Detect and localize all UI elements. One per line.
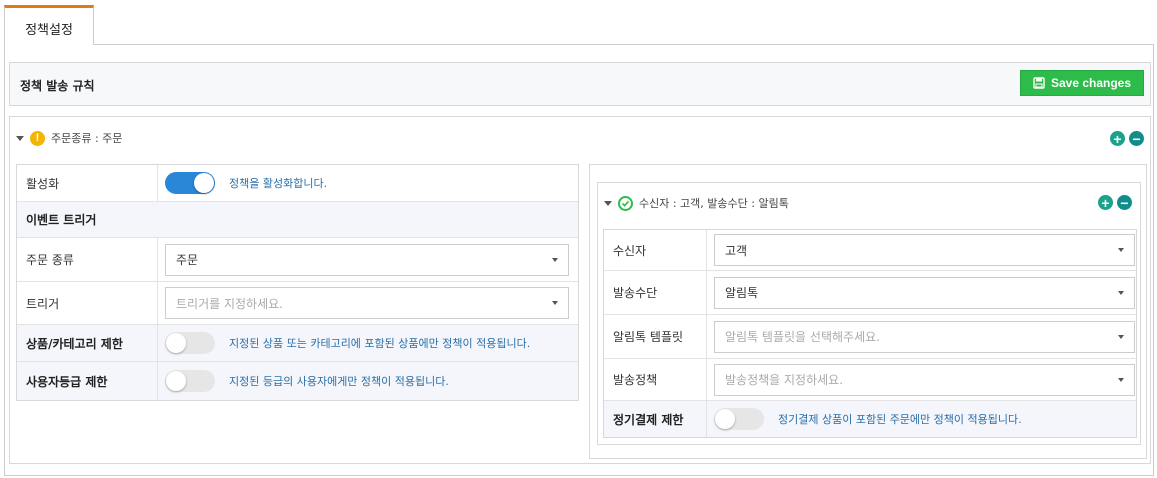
receiver-panel: 수신자 : 고객, 발송수단 : 알림톡 + − 수신자 고객 발송수단 알림톡… bbox=[597, 182, 1141, 445]
template-placeholder: 알림톡 템플릿을 선택해주세요. bbox=[725, 330, 880, 344]
order-type-label: 주문 종류 bbox=[17, 238, 158, 281]
dropdown-arrow-icon bbox=[1118, 290, 1124, 295]
tab-content: 정책 발송 규칙 Save changes ! 주문종류 : 주문 + − 활성… bbox=[4, 44, 1154, 476]
dropdown-arrow-icon bbox=[552, 257, 558, 262]
recipient-value: 고객 bbox=[725, 243, 748, 258]
row-send-policy: 발송정책 발송정책을 지정하세요. bbox=[604, 359, 1136, 401]
row-trigger: 트리거 트리거를 지정하세요. bbox=[17, 282, 578, 325]
save-icon bbox=[1033, 77, 1045, 89]
minus-circle-icon[interactable]: − bbox=[1129, 131, 1144, 146]
active-label: 활성화 bbox=[17, 165, 158, 201]
template-select[interactable]: 알림톡 템플릿을 선택해주세요. bbox=[714, 320, 1135, 353]
receiver-actions: + − bbox=[1098, 195, 1132, 210]
category-limit-hint: 지정된 상품 또는 카테고리에 포함된 상품에만 정책이 적용됩니다. bbox=[229, 337, 531, 350]
policy-header[interactable]: ! 주문종류 : 주문 bbox=[16, 129, 122, 147]
row-active: 활성화 정책을 활성화합니다. bbox=[17, 165, 578, 202]
subscription-limit-toggle[interactable] bbox=[714, 408, 764, 430]
plus-circle-icon[interactable]: + bbox=[1110, 131, 1125, 146]
dropdown-arrow-icon bbox=[1118, 334, 1124, 339]
grade-limit-toggle[interactable] bbox=[165, 370, 215, 392]
send-policy-label: 발송정책 bbox=[604, 359, 707, 400]
tab-bar: 정책설정 bbox=[0, 0, 1157, 45]
recipient-label: 수신자 bbox=[604, 230, 707, 270]
active-toggle[interactable] bbox=[165, 172, 215, 194]
toggle-knob bbox=[715, 409, 735, 429]
trigger-placeholder: 트리거를 지정하세요. bbox=[176, 296, 283, 311]
trigger-select[interactable]: 트리거를 지정하세요. bbox=[165, 287, 569, 319]
check-circle-icon bbox=[618, 195, 633, 211]
toggle-knob bbox=[194, 173, 214, 193]
row-grade-limit: 사용자등급 제한 지정된 등급의 사용자에게만 정책이 적용됩니다. bbox=[17, 362, 578, 400]
save-changes-button[interactable]: Save changes bbox=[1020, 70, 1144, 96]
subscription-limit-label: 정기결제 제한 bbox=[604, 401, 707, 437]
tab-label: 정책설정 bbox=[25, 23, 73, 38]
minus-circle-icon[interactable]: − bbox=[1117, 195, 1132, 210]
template-label: 알림톡 템플릿 bbox=[604, 315, 707, 358]
dropdown-arrow-icon bbox=[552, 301, 558, 305]
row-send-method: 발송수단 알림톡 bbox=[604, 271, 1136, 315]
receiver-header[interactable]: 수신자 : 고객, 발송수단 : 알림톡 bbox=[604, 194, 789, 212]
grade-limit-hint: 지정된 등급의 사용자에게만 정책이 적용됩니다. bbox=[229, 375, 449, 388]
toggle-knob bbox=[166, 333, 186, 353]
category-limit-toggle[interactable] bbox=[165, 332, 215, 354]
warning-icon: ! bbox=[30, 130, 45, 146]
dropdown-arrow-icon bbox=[1118, 377, 1124, 382]
receiver-title: 수신자 : 고객, 발송수단 : 알림톡 bbox=[639, 197, 789, 210]
policy-settings-table: 활성화 정책을 활성화합니다. 이벤트 트리거 주문 종류 주문 트리거 트리거… bbox=[16, 164, 579, 401]
dropdown-arrow-icon bbox=[1118, 248, 1124, 252]
page-title: 정책 발송 규칙 bbox=[20, 79, 95, 93]
save-button-label: Save changes bbox=[1050, 76, 1132, 90]
subscription-limit-hint: 정기결제 상품이 포함된 주문에만 정책이 적용됩니다. bbox=[778, 413, 1022, 426]
trigger-label: 트리거 bbox=[17, 282, 158, 324]
policy-title: 주문종류 : 주문 bbox=[51, 132, 123, 145]
send-method-select[interactable]: 알림톡 bbox=[714, 276, 1135, 309]
receiver-container: 수신자 : 고객, 발송수단 : 알림톡 + − 수신자 고객 발송수단 알림톡… bbox=[589, 164, 1147, 459]
caret-down-icon[interactable] bbox=[16, 135, 24, 141]
row-subscription-limit: 정기결제 제한 정기결제 상품이 포함된 주문에만 정책이 적용됩니다. bbox=[604, 401, 1136, 437]
order-type-value: 주문 bbox=[176, 253, 199, 267]
send-policy-placeholder: 발송정책을 지정하세요. bbox=[725, 373, 844, 387]
send-method-value: 알림톡 bbox=[725, 286, 759, 300]
receiver-settings-table: 수신자 고객 발송수단 알림톡 알림톡 템플릿 알림톡 템플릿을 선택해주세요.… bbox=[603, 229, 1137, 438]
active-hint: 정책을 활성화합니다. bbox=[229, 177, 328, 190]
recipient-select[interactable]: 고객 bbox=[714, 234, 1135, 266]
policy-panel: ! 주문종류 : 주문 + − 활성화 정책을 활성화합니다. 이벤트 트리거 … bbox=[9, 116, 1151, 464]
row-category-limit: 상품/카테고리 제한 지정된 상품 또는 카테고리에 포함된 상품에만 정책이 … bbox=[17, 325, 578, 362]
policy-actions: + − bbox=[1110, 131, 1144, 146]
row-template: 알림톡 템플릿 알림톡 템플릿을 선택해주세요. bbox=[604, 315, 1136, 359]
send-method-label: 발송수단 bbox=[604, 271, 707, 314]
plus-circle-icon[interactable]: + bbox=[1098, 195, 1113, 210]
order-type-select[interactable]: 주문 bbox=[165, 243, 569, 276]
caret-down-icon[interactable] bbox=[604, 200, 612, 206]
toggle-knob bbox=[166, 371, 186, 391]
row-order-type: 주문 종류 주문 bbox=[17, 238, 578, 282]
tab-policy-settings[interactable]: 정책설정 bbox=[4, 5, 94, 45]
row-recipient: 수신자 고객 bbox=[604, 230, 1136, 271]
tab-divider bbox=[4, 44, 1154, 45]
section-event-trigger: 이벤트 트리거 bbox=[17, 202, 578, 238]
rule-header: 정책 발송 규칙 Save changes bbox=[9, 62, 1151, 106]
grade-limit-label: 사용자등급 제한 bbox=[17, 362, 158, 400]
category-limit-label: 상품/카테고리 제한 bbox=[17, 325, 158, 361]
send-policy-select[interactable]: 발송정책을 지정하세요. bbox=[714, 363, 1135, 396]
